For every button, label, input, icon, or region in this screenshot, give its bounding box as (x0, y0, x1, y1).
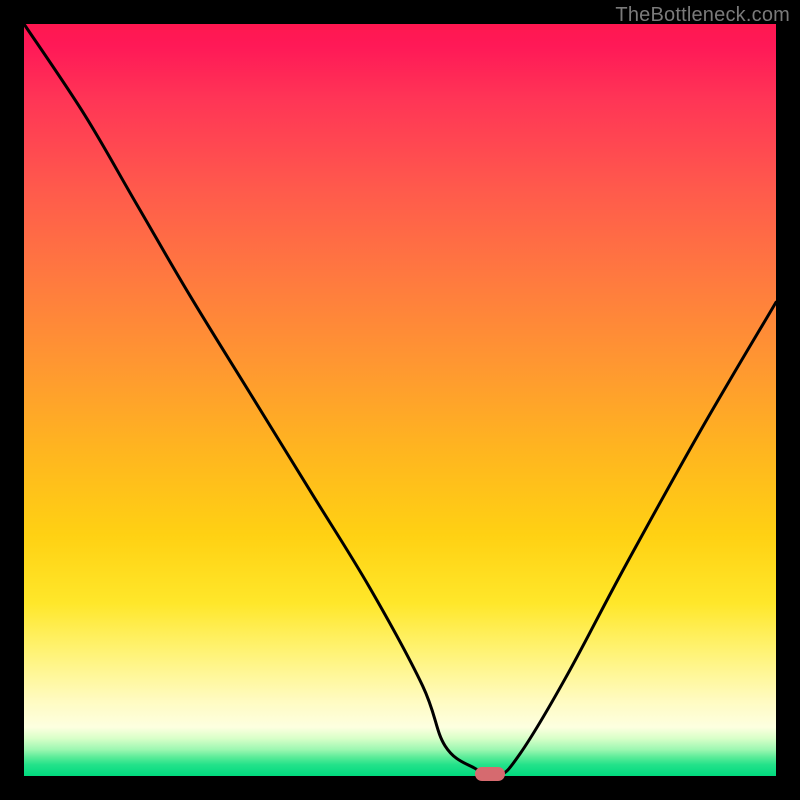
watermark-text: TheBottleneck.com (615, 4, 790, 27)
chart-frame: TheBottleneck.com (0, 0, 800, 800)
optimum-marker (475, 767, 505, 781)
bottleneck-curve (24, 24, 776, 776)
